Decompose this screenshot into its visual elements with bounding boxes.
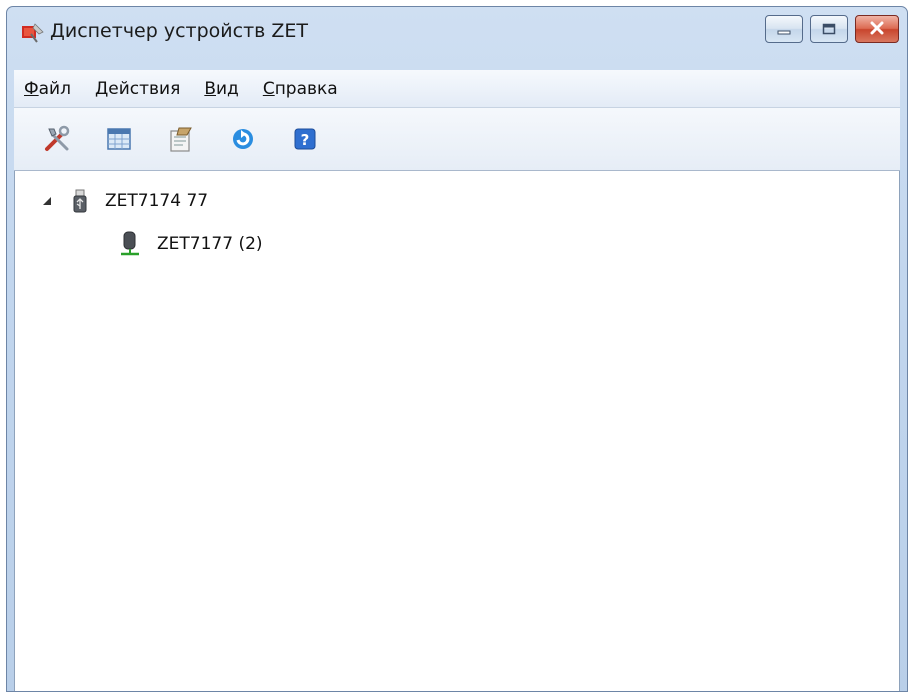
help-icon: ? xyxy=(293,127,317,155)
menu-help[interactable]: Справка xyxy=(253,79,352,99)
toolbar: ? xyxy=(14,108,900,171)
sensor-device-icon xyxy=(119,231,141,257)
app-window: Диспетчер устройств ZET Файл Действия Ви… xyxy=(6,6,908,692)
tree-node-child-label: ZET7177 (2) xyxy=(157,234,263,254)
tools-button[interactable] xyxy=(42,125,72,157)
properties-button[interactable] xyxy=(166,126,196,156)
table-view-button[interactable] xyxy=(104,126,134,156)
menu-view[interactable]: Вид xyxy=(194,79,252,99)
tree-node-child[interactable]: ZET7177 (2) xyxy=(119,230,263,258)
maximize-button[interactable] xyxy=(810,15,848,43)
menu-help-accel: С xyxy=(262,78,275,99)
tree-node-root[interactable]: ZET7174 77 xyxy=(41,187,208,215)
device-tree: ZET7174 77 ZET7177 (2) xyxy=(14,171,900,691)
refresh-icon xyxy=(230,126,256,156)
tools-icon xyxy=(43,125,71,157)
svg-text:?: ? xyxy=(301,131,310,149)
menu-actions-accel: Д xyxy=(94,78,109,99)
properties-icon xyxy=(167,125,195,157)
device-manager-app-icon xyxy=(21,22,45,44)
expand-arrow-icon[interactable] xyxy=(41,192,59,211)
minimize-icon xyxy=(777,20,791,39)
tree-node-root-label: ZET7174 77 xyxy=(105,191,209,211)
window-title: Диспетчер устройств ZET xyxy=(50,20,309,42)
table-icon xyxy=(106,126,132,156)
menu-file-accel: Ф xyxy=(24,78,39,99)
menu-bar: Файл Действия Вид Справка xyxy=(14,70,900,108)
minimize-button[interactable] xyxy=(765,15,803,43)
menu-view-label: ид xyxy=(216,78,239,99)
menu-view-accel: В xyxy=(204,78,216,99)
usb-device-icon xyxy=(67,189,93,213)
close-icon xyxy=(869,20,885,39)
menu-actions-label: ействия xyxy=(108,78,181,99)
menu-help-label: правка xyxy=(274,78,338,99)
menu-actions[interactable]: Действия xyxy=(85,79,194,99)
menu-file-label: айл xyxy=(38,78,71,99)
caption-buttons xyxy=(758,15,899,47)
menu-file[interactable]: Файл xyxy=(14,79,85,99)
maximize-icon xyxy=(822,20,836,39)
title-bar[interactable]: Диспетчер устройств ZET xyxy=(7,7,907,63)
refresh-button[interactable] xyxy=(228,126,258,156)
close-button[interactable] xyxy=(855,15,899,43)
help-button[interactable]: ? xyxy=(290,126,320,156)
